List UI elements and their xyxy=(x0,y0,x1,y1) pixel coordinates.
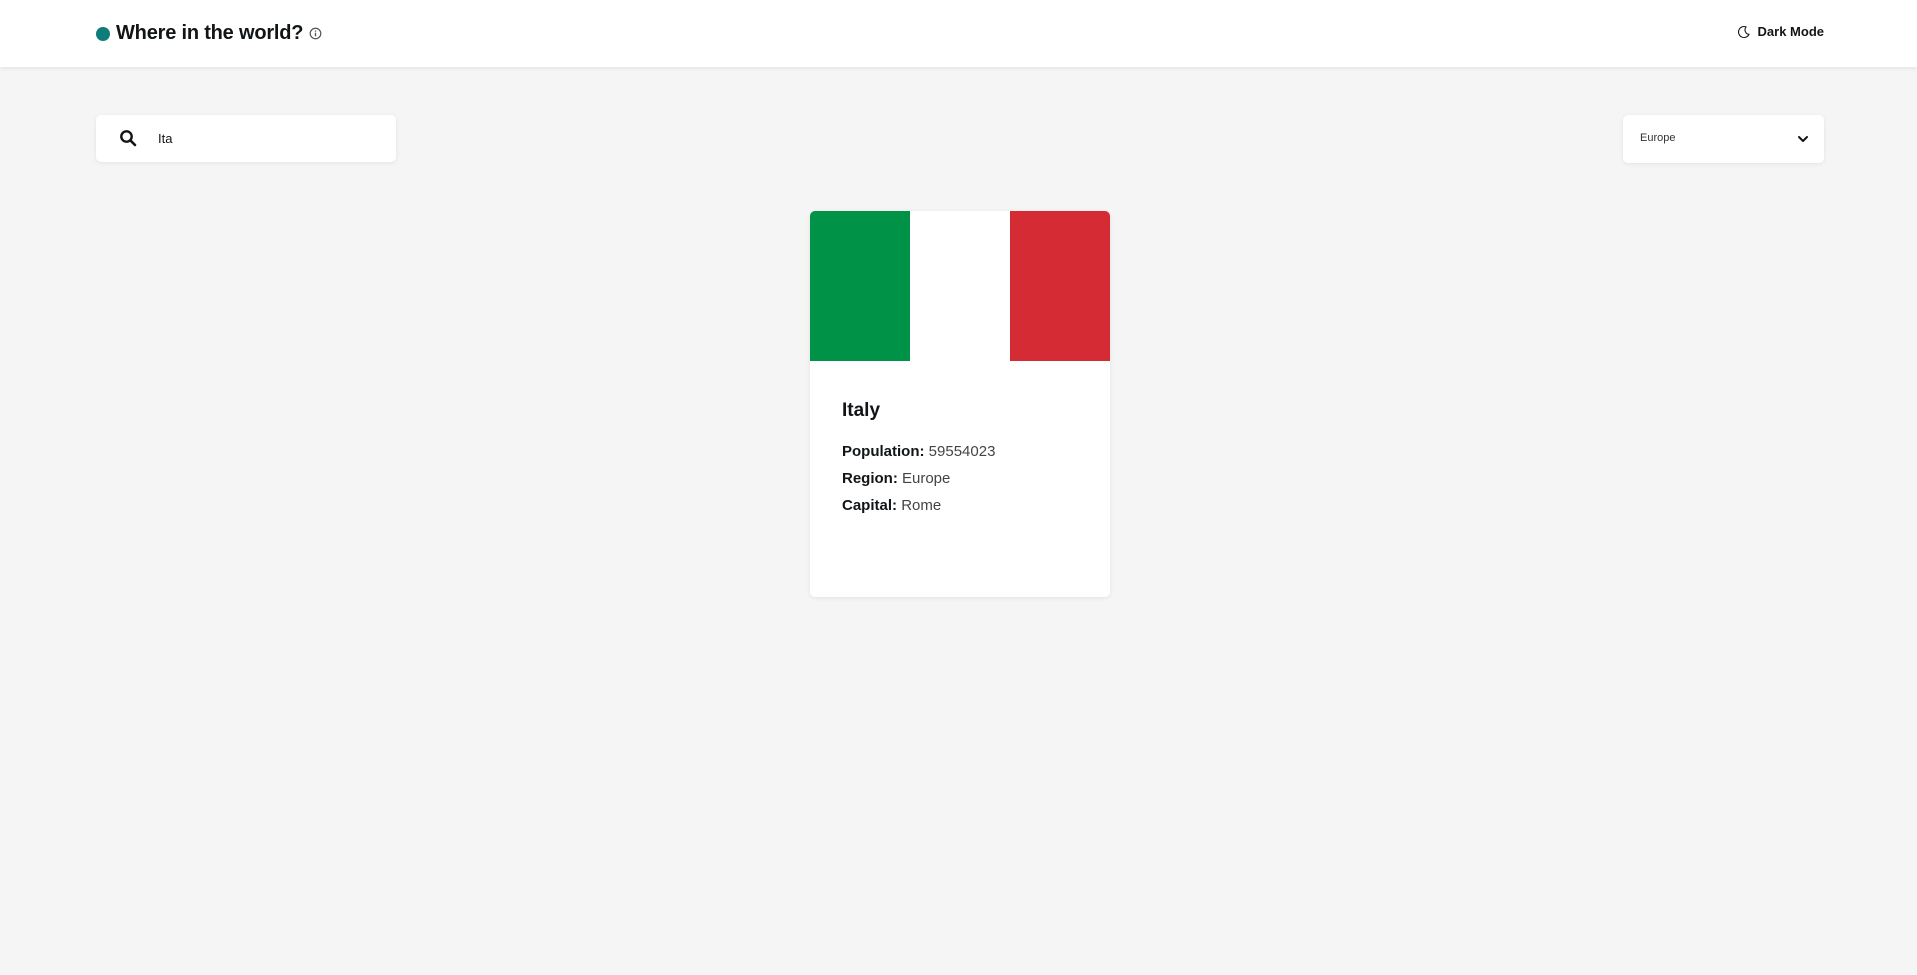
capital-row: Capital: Rome xyxy=(842,492,995,519)
dark-mode-label: Dark Mode xyxy=(1757,24,1824,39)
region-row: Region: Europe xyxy=(842,465,995,492)
brand-dot-icon xyxy=(96,26,110,41)
flag-band-white xyxy=(910,211,1010,361)
country-card-body: Italy Population: 59554023 Region: Europ… xyxy=(842,400,995,519)
country-name: Italy xyxy=(842,400,881,421)
country-card[interactable]: Italy Population: 59554023 Region: Europ… xyxy=(810,211,1110,597)
capital-label: Capital: xyxy=(842,497,898,514)
capital-value: Rome xyxy=(901,497,942,514)
info-icon[interactable] xyxy=(309,27,322,40)
app-title: Where in the world? xyxy=(116,22,304,44)
search-icon xyxy=(120,130,137,147)
search-input[interactable] xyxy=(158,115,388,162)
search-box[interactable] xyxy=(96,115,396,162)
app-header: Where in the world? Dark Mode xyxy=(0,0,1917,67)
population-value: 59554023 xyxy=(928,443,996,460)
region-filter-value: Europe xyxy=(1640,132,1676,144)
chevron-down-icon xyxy=(1798,136,1808,142)
population-row: Population: 59554023 xyxy=(842,438,995,465)
region-filter-select[interactable]: Europe xyxy=(1623,115,1824,163)
brand: Where in the world? xyxy=(96,22,322,45)
country-flag xyxy=(810,211,1110,361)
dark-mode-toggle[interactable]: Dark Mode xyxy=(1737,24,1824,39)
flag-band-red xyxy=(1010,211,1110,361)
flag-band-green xyxy=(810,211,910,361)
moon-icon xyxy=(1737,25,1750,38)
region-label: Region: xyxy=(842,470,898,487)
region-value: Europe xyxy=(902,470,951,487)
population-label: Population: xyxy=(842,443,925,460)
